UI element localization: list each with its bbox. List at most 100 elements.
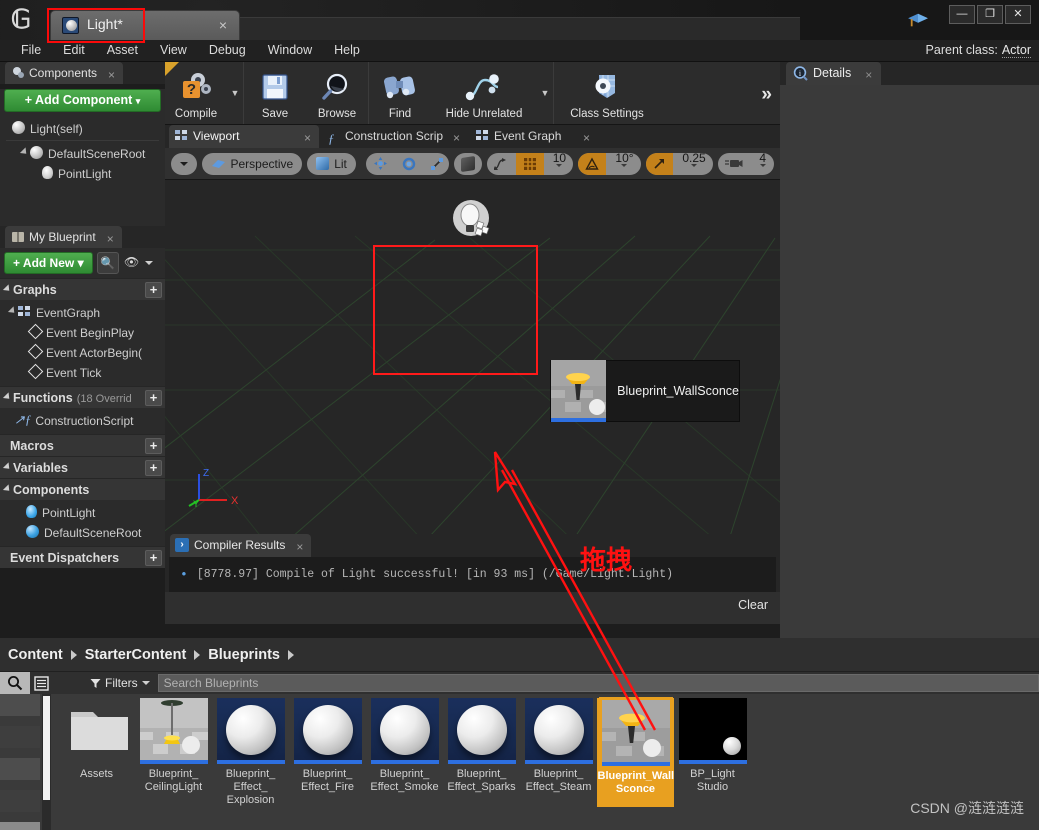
tab-compiler-results[interactable]: › Compiler Results × (170, 534, 312, 559)
maximize-button[interactable]: ❐ (977, 5, 1003, 24)
tree-item-construction-script[interactable]: ↗ƒ ConstructionScript (0, 410, 165, 430)
viewport-3d[interactable]: Z X Y Blueprint_WallSconce (165, 180, 780, 534)
tree-item-light-self[interactable]: Light(self) (0, 118, 165, 138)
hide-unrelated-button[interactable]: Hide Unrelated (431, 62, 537, 125)
breadcrumb-content[interactable]: Content (2, 647, 69, 663)
asset-item-blueprint-effect-smoke[interactable]: Blueprint_ Effect_Smoke (366, 698, 443, 807)
menu-window[interactable]: Window (257, 40, 323, 60)
source-item[interactable] (0, 726, 40, 748)
asset-tab-light[interactable]: Light* × (50, 10, 240, 40)
chevron-down-icon[interactable] (144, 261, 153, 265)
scale-tool-button[interactable] (423, 153, 449, 175)
tree-item-default-scene-root[interactable]: DefaultSceneRoot (0, 143, 165, 163)
save-button[interactable]: Save (244, 62, 306, 125)
clear-button[interactable]: Clear (738, 598, 768, 612)
lighting-mode-button[interactable]: Lit (307, 152, 356, 175)
compiler-log-row[interactable]: • [8778.97] Compile of Light successful!… (169, 557, 776, 592)
asset-item-blueprint-effect-sparks[interactable]: Blueprint_ Effect_Sparks (443, 698, 520, 807)
scale-snap-toggle[interactable] (646, 152, 674, 175)
close-icon[interactable]: × (108, 64, 115, 86)
add-event-dispatcher-button[interactable]: + (145, 550, 162, 566)
browse-button[interactable]: Browse (306, 62, 368, 125)
tab-components[interactable]: Components × (5, 62, 124, 86)
tree-item-mb-point-light[interactable]: PointLight (0, 502, 165, 522)
chevron-down-icon[interactable] (19, 147, 30, 157)
asset-item-assets-folder[interactable]: Assets (58, 698, 135, 807)
menu-edit[interactable]: Edit (52, 40, 96, 60)
viewport-menu-button[interactable] (171, 152, 197, 175)
add-variable-button[interactable]: + (145, 460, 162, 476)
grid-snap-value[interactable]: 10 (544, 153, 574, 175)
add-new-button[interactable]: + Add New ▾ (4, 252, 93, 274)
rotate-tool-button[interactable] (395, 153, 423, 175)
chevron-down-icon[interactable] (7, 306, 18, 316)
rotation-snap-value[interactable]: 10° (606, 153, 641, 175)
grid-snap-toggle[interactable] (515, 152, 544, 175)
tree-item-event-tick[interactable]: Event Tick (0, 362, 165, 382)
coord-system-button[interactable] (454, 153, 481, 175)
find-button[interactable]: Find (369, 62, 431, 125)
section-graphs[interactable]: Graphs + (0, 278, 165, 300)
details-panel-body[interactable] (780, 85, 1039, 638)
filters-button[interactable]: Filters (90, 676, 150, 690)
tab-details[interactable]: i Details × (786, 62, 882, 87)
asset-item-blueprint-effect-explosion[interactable]: Blueprint_ Effect_ Explosion (212, 698, 289, 807)
eye-icon[interactable]: 👁 (123, 252, 141, 274)
add-component-button[interactable]: + Add Component ▾ (4, 89, 161, 112)
view-mode-button[interactable]: Perspective (201, 152, 303, 175)
toolbar-overflow-icon[interactable]: » (761, 84, 772, 106)
rotation-snap-toggle[interactable] (578, 152, 607, 175)
parent-class-value[interactable]: Actor (1001, 43, 1031, 58)
tree-item-event-actorbeginoverlap[interactable]: Event ActorBegin( (0, 342, 165, 362)
close-icon[interactable]: × (107, 228, 114, 250)
menu-debug[interactable]: Debug (198, 40, 257, 60)
hide-unrelated-dropdown-icon[interactable]: ▼ (537, 88, 553, 98)
breadcrumb-startercontent[interactable]: StarterContent (79, 647, 193, 663)
close-icon[interactable]: × (453, 127, 460, 150)
graduation-hat-icon[interactable] (907, 11, 929, 29)
close-icon[interactable]: × (219, 17, 227, 33)
tree-item-point-light[interactable]: PointLight (0, 163, 165, 183)
tab-my-blueprint[interactable]: My Blueprint × (5, 226, 122, 248)
minimize-button[interactable]: — (949, 5, 975, 24)
section-event-dispatchers[interactable]: Event Dispatchers + (0, 546, 165, 568)
source-item[interactable] (0, 822, 40, 830)
tab-event-graph[interactable]: Event Graph × (470, 125, 598, 148)
point-light-billboard-icon[interactable] (450, 198, 495, 243)
breadcrumb-blueprints[interactable]: Blueprints (202, 647, 286, 663)
section-functions[interactable]: Functions (18 Overrid + (0, 386, 165, 408)
add-macro-button[interactable]: + (145, 438, 162, 454)
content-browser-sources-rail[interactable] (0, 694, 42, 830)
source-item[interactable] (0, 694, 40, 716)
asset-item-blueprint-effect-steam[interactable]: Blueprint_ Effect_Steam (520, 698, 597, 807)
scale-snap-value[interactable]: 0.25 (673, 153, 713, 175)
add-function-button[interactable]: + (145, 390, 162, 406)
surface-snap-button[interactable] (487, 153, 516, 175)
close-icon[interactable]: × (865, 64, 872, 87)
asset-item-blueprint-wallsconce[interactable]: Blueprint_Wall Sconce (597, 697, 674, 807)
source-item[interactable] (0, 790, 40, 812)
camera-speed-button[interactable] (718, 153, 750, 175)
asset-item-blueprint-ceilinglight[interactable]: Blueprint_ CeilingLight (135, 698, 212, 807)
tree-item-event-graph[interactable]: EventGraph (0, 302, 165, 322)
tree-item-mb-default-scene-root[interactable]: DefaultSceneRoot (0, 522, 165, 542)
close-icon[interactable]: × (296, 536, 303, 559)
asset-item-blueprint-effect-fire[interactable]: Blueprint_ Effect_Fire (289, 698, 366, 807)
menu-asset[interactable]: Asset (96, 40, 149, 60)
source-item[interactable] (0, 758, 40, 780)
close-button[interactable]: ✕ (1005, 5, 1031, 24)
add-graph-button[interactable]: + (145, 282, 162, 298)
compile-button[interactable]: ? Compile (165, 62, 227, 125)
menu-help[interactable]: Help (323, 40, 371, 60)
class-settings-button[interactable]: Class Settings (554, 62, 660, 125)
tree-item-event-beginplay[interactable]: Event BeginPlay (0, 322, 165, 342)
search-input[interactable]: Search Blueprints (157, 674, 1039, 692)
translate-tool-button[interactable] (366, 153, 395, 175)
list-view-icon[interactable] (30, 672, 52, 694)
close-icon[interactable]: × (304, 127, 311, 150)
tab-construction-script[interactable]: ƒ Construction Scrip × (321, 125, 468, 148)
asset-item-bp-lightstudio[interactable]: BP_Light Studio (674, 698, 751, 807)
tab-viewport[interactable]: Viewport × (169, 125, 319, 148)
close-icon[interactable]: × (583, 127, 590, 150)
sources-scrollbar[interactable] (42, 694, 51, 830)
